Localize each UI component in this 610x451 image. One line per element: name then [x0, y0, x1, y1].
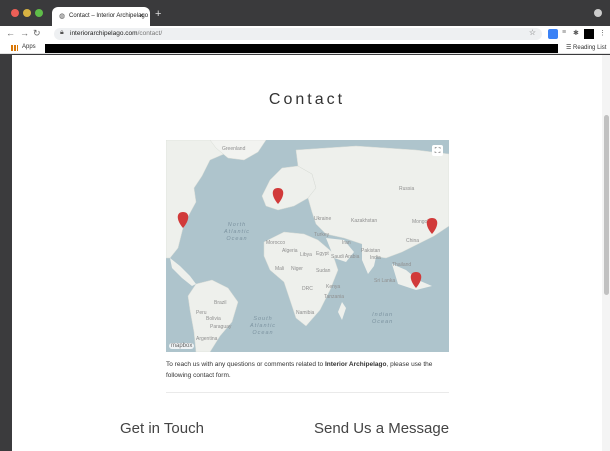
scrollbar[interactable] — [602, 55, 610, 451]
page-viewport: Contact Greenland Russia Kazakhstan Mong… — [12, 55, 610, 451]
send-message-heading: Send Us a Message — [314, 420, 450, 437]
reading-list-button[interactable]: ☰ Reading List — [566, 44, 606, 51]
forward-arrow-icon[interactable]: → — [20, 28, 29, 38]
map-marker-icon[interactable] — [272, 188, 284, 204]
browser-titlebar: ◍ Contact – Interior Archipelago × + — [0, 0, 610, 26]
map-marker-icon[interactable] — [410, 272, 422, 288]
extension-blue-icon[interactable] — [548, 29, 558, 39]
page-title: Contact — [268, 91, 346, 108]
section-divider — [166, 392, 449, 393]
url-text[interactable]: interiorarchipelago.com/contact/ — [70, 30, 162, 37]
brand-name: Interior Archipelago — [324, 361, 387, 368]
site-favicon-icon: ◍ — [59, 13, 66, 20]
bookmarks-bar: Apps ☰ Reading List — [0, 42, 610, 54]
browser-menu-icon[interactable]: ⋮ — [599, 29, 606, 37]
browser-tab[interactable]: ◍ Contact – Interior Archipelago × — [52, 7, 150, 26]
get-in-touch-heading: Get in Touch — [120, 420, 204, 437]
redacted-bookmarks — [45, 44, 558, 53]
map-markers-layer — [177, 188, 438, 288]
lock-icon: 🔒︎ — [60, 29, 64, 36]
reload-icon[interactable]: ↻ — [33, 28, 41, 39]
address-bar[interactable]: 🔒︎ interiorarchipelago.com/contact/ ☆ — [54, 28, 542, 40]
contact-intro-text: To reach us with any questions or commen… — [166, 361, 433, 379]
apps-bookmark[interactable]: Apps — [22, 44, 36, 50]
extensions-puzzle-icon[interactable]: ✱ — [573, 29, 579, 37]
map-marker-icon[interactable] — [426, 218, 438, 234]
location-map[interactable]: Greenland Russia Kazakhstan Mongolia Chi… — [166, 140, 449, 352]
apps-grid-icon[interactable] — [11, 45, 18, 51]
extension-list-icon[interactable]: ≡ — [562, 29, 566, 36]
map-marker-icon[interactable] — [177, 212, 189, 228]
minimize-window-button[interactable] — [23, 9, 31, 17]
tab-close-icon[interactable]: × — [139, 11, 144, 20]
new-tab-button[interactable]: + — [155, 8, 161, 20]
back-arrow-icon[interactable]: ← — [6, 28, 15, 38]
extension-black-icon[interactable] — [584, 29, 594, 39]
bookmark-star-icon[interactable]: ☆ — [529, 28, 536, 37]
maximize-window-button[interactable] — [35, 9, 43, 17]
profile-indicator-icon[interactable] — [594, 9, 602, 17]
fullscreen-icon[interactable]: ⛶ — [432, 145, 443, 156]
browser-toolbar: ← → ↻ 🔒︎ interiorarchipelago.com/contact… — [0, 26, 610, 42]
tab-title: Contact – Interior Archipelago — [69, 13, 149, 19]
mapbox-logo[interactable]: mapbox — [169, 343, 195, 349]
scrollbar-thumb[interactable] — [604, 115, 609, 295]
close-window-button[interactable] — [11, 9, 19, 17]
